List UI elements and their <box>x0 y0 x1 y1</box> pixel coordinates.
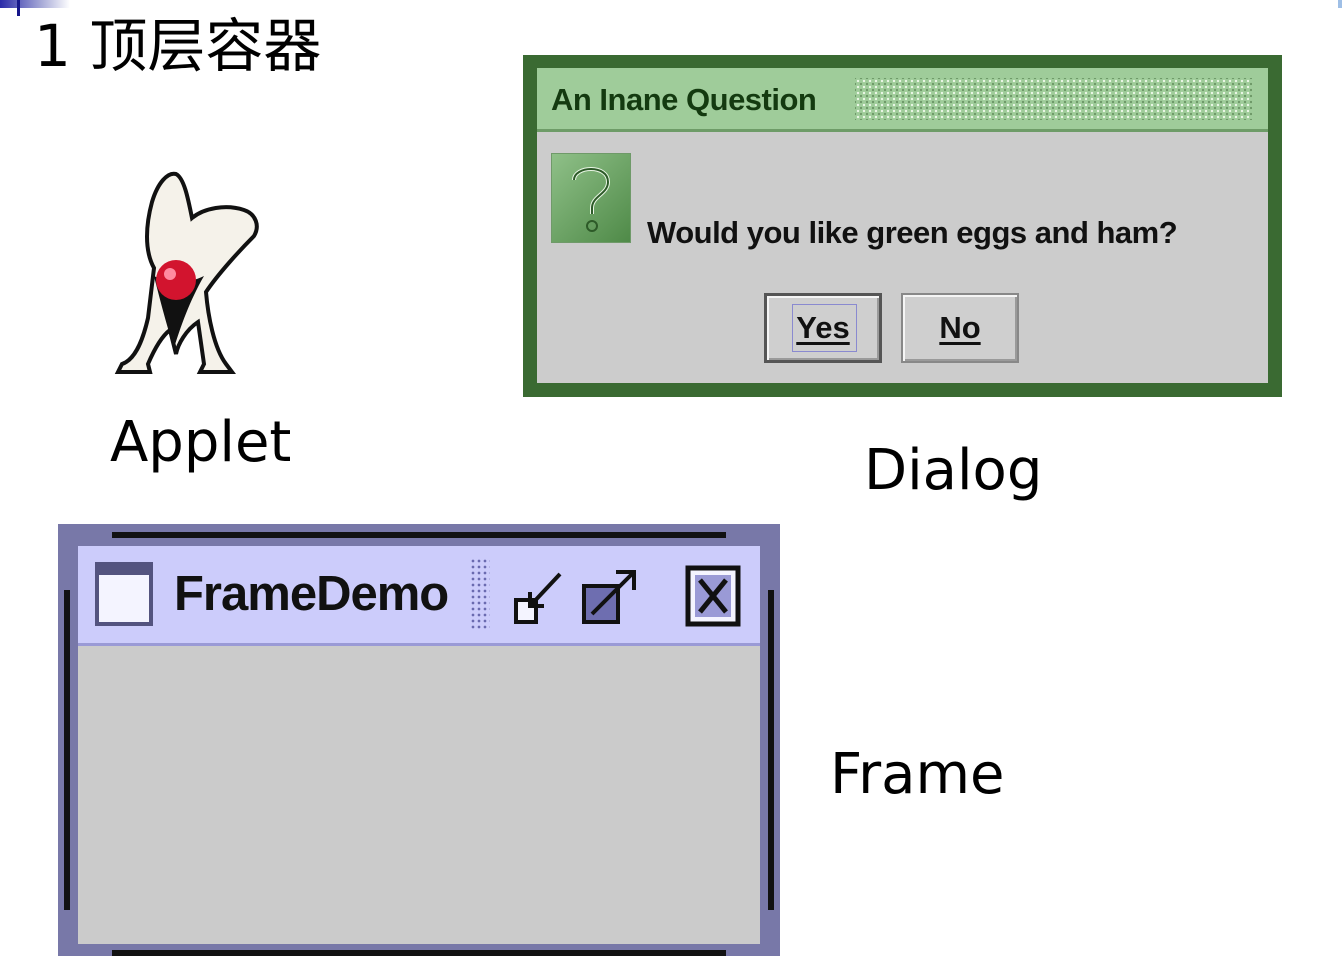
question-icon <box>551 153 631 243</box>
frame-content-area <box>78 646 760 944</box>
close-icon[interactable] <box>684 564 742 628</box>
frame-edge-bottom <box>112 950 726 956</box>
frame-edge-left[interactable] <box>64 590 70 910</box>
frame-title: FrameDemo <box>174 567 449 621</box>
minimize-icon[interactable] <box>512 564 570 628</box>
titlebar-grip <box>470 558 490 630</box>
duke-mascot-image <box>114 171 259 374</box>
slide-title: 1 顶层容器 <box>34 12 322 80</box>
corner-dot <box>1338 0 1342 8</box>
corner-decoration <box>0 0 70 8</box>
titlebar-grip <box>855 78 1252 120</box>
frame-edge-right[interactable] <box>768 590 774 910</box>
dialog-title: An Inane Question <box>551 82 817 117</box>
dialog-window: An Inane Question Would you like green e… <box>523 55 1282 397</box>
no-button-label: No <box>939 310 981 345</box>
window-icon <box>95 562 153 626</box>
dialog-message: Would you like green eggs and ham? <box>647 215 1178 250</box>
no-button[interactable]: No <box>901 293 1019 363</box>
dialog-content: An Inane Question Would you like green e… <box>537 68 1268 383</box>
dialog-titlebar[interactable]: An Inane Question <box>537 68 1268 132</box>
yes-button[interactable]: Yes <box>764 293 882 363</box>
caption-frame: Frame <box>830 742 1005 807</box>
corner-tick <box>17 0 20 16</box>
frame-edge-top <box>112 532 726 538</box>
caption-applet: Applet <box>110 410 292 475</box>
frame-window: FrameDemo <box>58 524 780 956</box>
frame-titlebar[interactable]: FrameDemo <box>78 546 760 646</box>
caption-dialog: Dialog <box>864 438 1043 503</box>
maximize-icon[interactable] <box>580 564 644 628</box>
focus-ring <box>792 304 857 352</box>
